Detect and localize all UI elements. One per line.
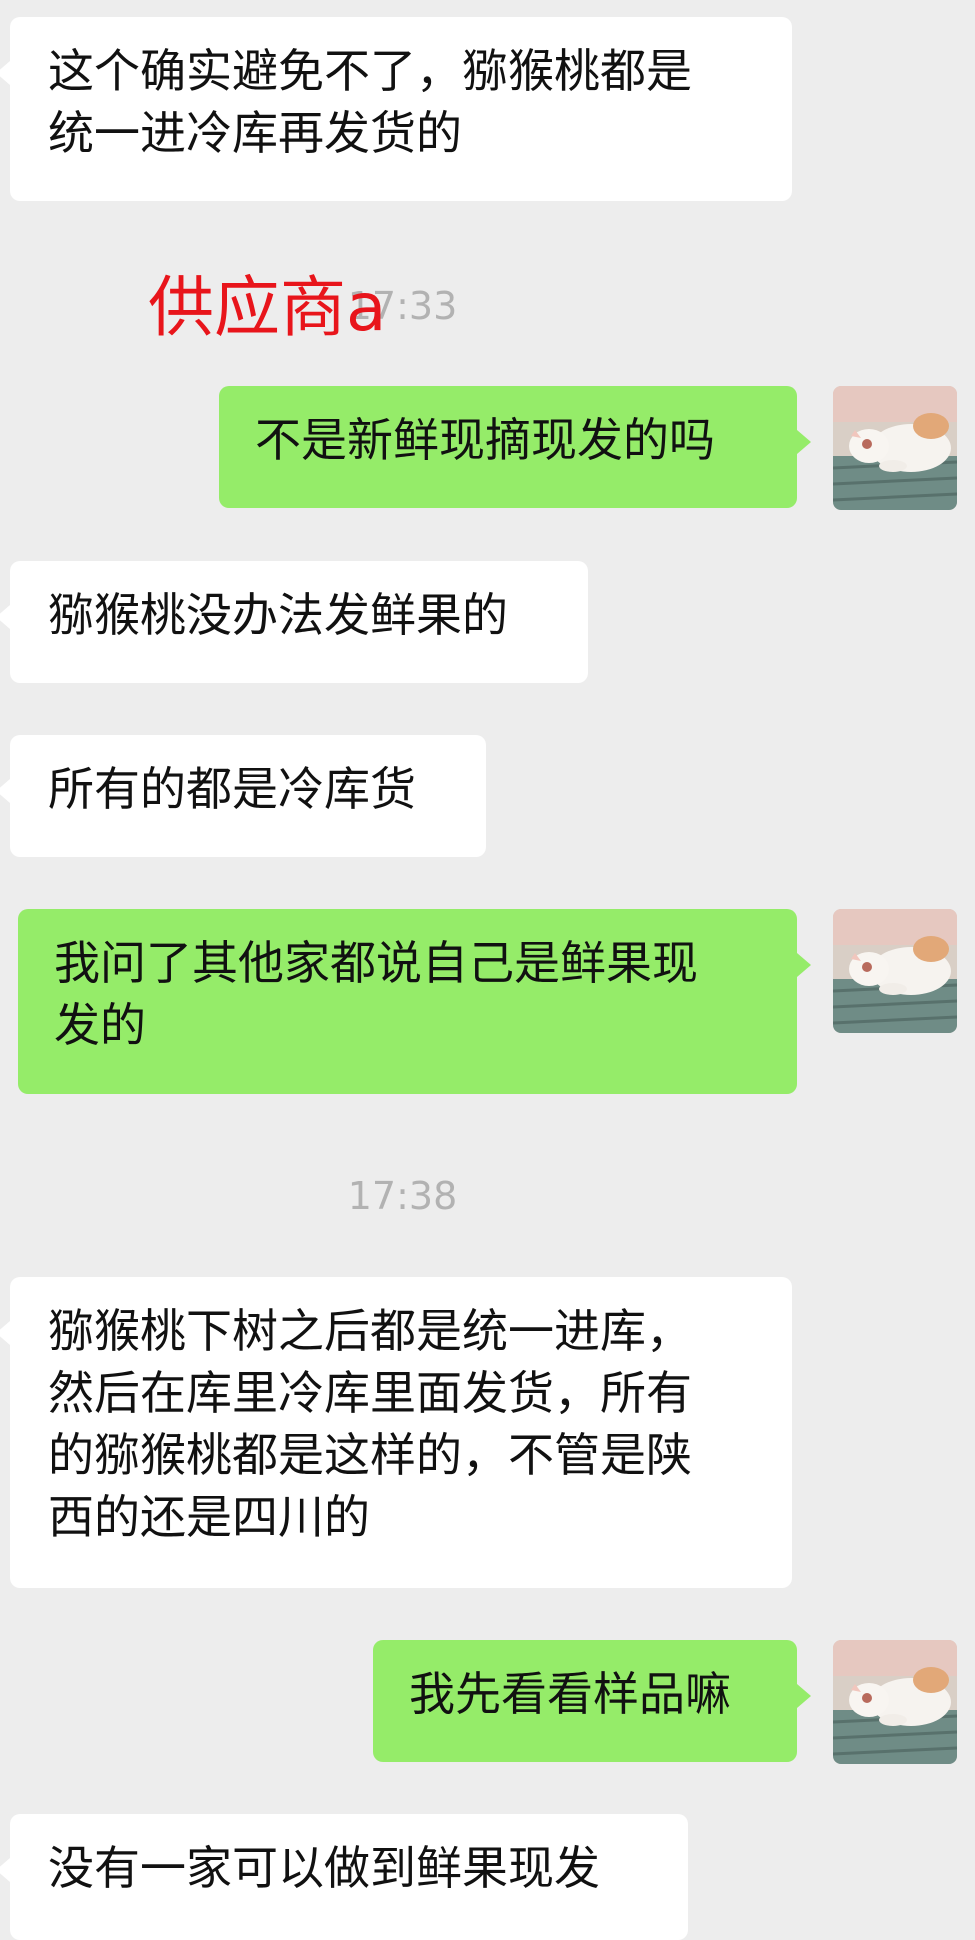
message-bubble-received[interactable]: 这个确实避免不了，猕猴桃都是 统一进冷库再发货的	[0, 17, 792, 201]
message-bubble-received[interactable]: 猕猴桃下树之后都是统一进库， 然后在库里冷库里面发货，所有 的猕猴桃都是这样的，…	[0, 1277, 792, 1588]
message-bubble-sent[interactable]: 我先看看样品嘛	[373, 1640, 811, 1762]
user-avatar[interactable]	[833, 386, 957, 510]
user-avatar[interactable]	[833, 909, 957, 1033]
message-bubble-sent[interactable]: 不是新鲜现摘现发的吗	[219, 386, 811, 508]
user-avatar[interactable]	[833, 1640, 957, 1764]
cat-photo-avatar-icon	[833, 386, 957, 510]
supplier-annotation-label: 供应商a	[148, 269, 387, 346]
timestamp: 17:33	[347, 284, 458, 328]
timestamp: 17:38	[347, 1174, 458, 1218]
message-bubble-received[interactable]: 没有一家可以做到鲜果现发	[0, 1814, 688, 1940]
cat-photo-avatar-icon	[833, 909, 957, 1033]
message-bubble-received[interactable]: 所有的都是冷库货	[0, 735, 486, 857]
message-bubble-received[interactable]: 猕猴桃没办法发鲜果的	[0, 561, 588, 683]
cat-photo-avatar-icon	[833, 1640, 957, 1764]
message-bubble-sent[interactable]: 我问了其他家都说自己是鲜果现 发的	[18, 909, 811, 1094]
